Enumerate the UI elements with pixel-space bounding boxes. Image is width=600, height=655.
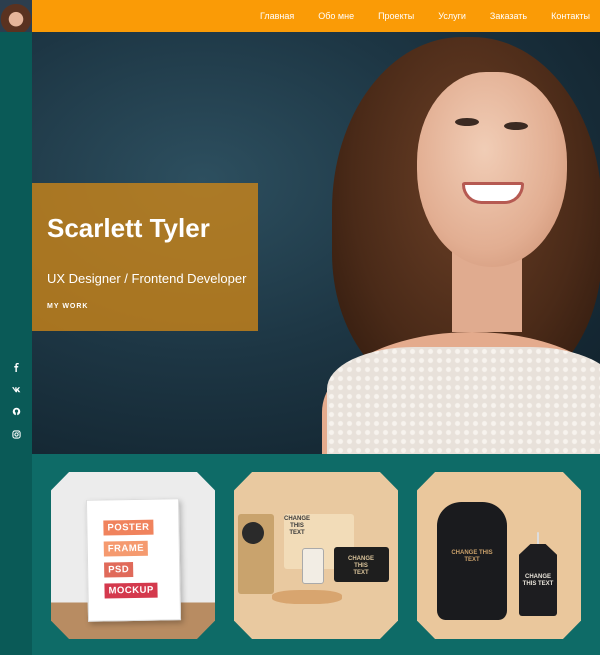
hero-name: Scarlett Tyler — [47, 213, 210, 243]
nav-item-home[interactable]: Главная — [260, 11, 294, 21]
hero-role: UX Designer / Frontend Developer — [47, 271, 247, 286]
nav-item-services[interactable]: Услуги — [438, 11, 466, 21]
left-sidebar — [0, 0, 32, 655]
portfolio-tile-pouch[interactable]: CHANGE THIS TEXT CHANGE THIS TEXT — [417, 472, 581, 639]
facebook-icon[interactable] — [0, 359, 32, 375]
vk-icon[interactable] — [0, 381, 32, 397]
nav-item-about[interactable]: Обо мне — [318, 11, 354, 21]
poster-frame-image: POSTER FRAME PSD MOCKUP — [85, 498, 182, 622]
poster-word: MOCKUP — [104, 582, 158, 599]
hero-intro-box: Scarlett Tyler UX Designer / Frontend De… — [32, 183, 258, 331]
mockup-label: CHANGE THIS TEXT — [283, 516, 310, 536]
poster-word: FRAME — [103, 540, 149, 557]
mockup-label: CHANGE THIS TEXT — [347, 556, 374, 576]
label-sticker-image — [242, 522, 264, 544]
poster-word: PSD — [104, 562, 134, 578]
instagram-icon[interactable] — [0, 426, 32, 442]
poster-word: POSTER — [103, 519, 154, 536]
my-work-link[interactable]: MY WORK — [47, 303, 88, 310]
portfolio-tile-poster[interactable]: POSTER FRAME PSD MOCKUP — [51, 472, 215, 639]
nav-item-contacts[interactable]: Контакты — [551, 11, 590, 21]
avatar[interactable] — [0, 0, 32, 32]
mockup-label: CHANGE THIS TEXT — [522, 574, 554, 587]
github-icon[interactable] — [0, 403, 32, 419]
mockup-label: CHANGE THIS TEXT — [451, 550, 493, 563]
main-nav: Главная Обо мне Проекты Услуги Заказать … — [260, 0, 600, 32]
hang-tag-image — [302, 548, 324, 584]
nav-item-projects[interactable]: Проекты — [378, 11, 414, 21]
nav-item-order[interactable]: Заказать — [490, 11, 527, 21]
top-navbar: Главная Обо мне Проекты Услуги Заказать … — [32, 0, 600, 32]
pedestal-image — [272, 590, 342, 604]
portfolio-tile-packaging[interactable]: CHANGE THIS TEXT CHANGE THIS TEXT — [234, 472, 398, 639]
